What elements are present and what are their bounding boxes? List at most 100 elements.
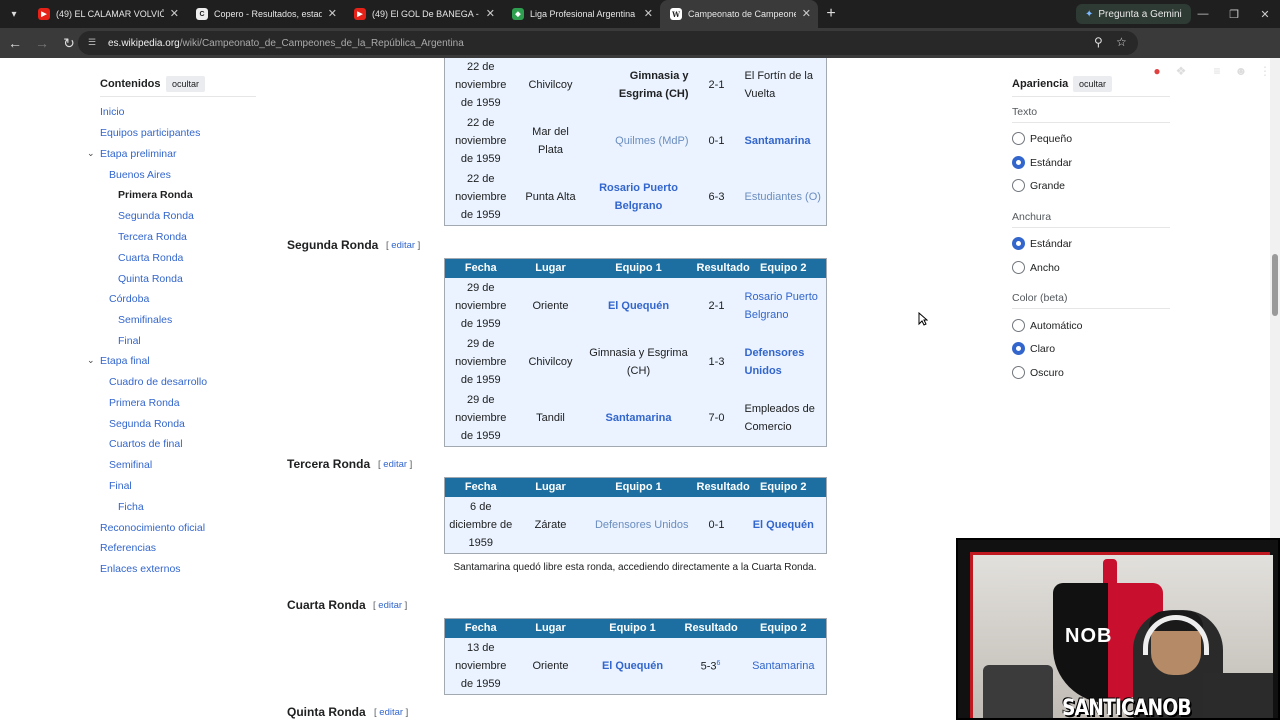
radio-color-light[interactable]: Claro bbox=[1012, 342, 1055, 355]
edit-link[interactable]: editar bbox=[391, 240, 415, 251]
radio-text-standard[interactable]: Estándar bbox=[1012, 156, 1072, 169]
edit-link[interactable]: editar bbox=[383, 459, 407, 470]
gemini-button[interactable]: ✦ Pregunta a Gemini bbox=[1076, 4, 1191, 24]
radio-label: Estándar bbox=[1030, 156, 1073, 169]
equipo1-link[interactable]: Quilmes (MdP) bbox=[585, 113, 693, 169]
radio-circle[interactable] bbox=[1012, 156, 1025, 169]
edit-link-segunda[interactable]: [ editar ] bbox=[386, 240, 420, 251]
toc-item-etapa-final[interactable]: Etapa final bbox=[100, 355, 150, 367]
scrollbar-thumb[interactable] bbox=[1272, 254, 1278, 316]
browser-tab-4[interactable]: ◆ Liga Profesional Argentina - Hi: ✕ bbox=[502, 0, 660, 28]
toc-item-final-segunda-ronda[interactable]: Segunda Ronda bbox=[109, 418, 185, 430]
toc-hide-button[interactable]: ocultar bbox=[166, 76, 206, 92]
equipo1-link[interactable]: El Quequén bbox=[585, 638, 681, 695]
col-equipo2: Equipo 2 bbox=[740, 258, 827, 278]
radio-text-small[interactable]: Pequeño bbox=[1012, 132, 1072, 145]
equipo2-link[interactable]: El Quequén bbox=[741, 497, 827, 554]
toc-item-reconocimiento[interactable]: Reconocimiento oficial bbox=[100, 522, 205, 534]
toc-item-final[interactable]: Final bbox=[118, 335, 141, 347]
new-tab-icon[interactable]: + bbox=[818, 5, 844, 23]
back-icon[interactable]: ← bbox=[3, 31, 27, 55]
tab-search-chevron-icon[interactable]: ▾ bbox=[0, 0, 28, 28]
resultado-cell: 1-3 bbox=[708, 355, 725, 368]
toc-item-ficha[interactable]: Ficha bbox=[118, 501, 144, 513]
radio-width-wide[interactable]: Ancho bbox=[1012, 261, 1060, 274]
toc-item-enlaces[interactable]: Enlaces externos bbox=[100, 563, 181, 575]
toc-item-final-etapa[interactable]: Final bbox=[109, 480, 132, 492]
bookmark-star-icon[interactable]: ☆ bbox=[1116, 35, 1127, 49]
edit-link-cuarta[interactable]: [ editar ] bbox=[373, 600, 407, 611]
toc-item-cordoba[interactable]: Córdoba bbox=[109, 293, 149, 305]
segunda-ronda-table: Fecha Lugar Equipo 1 Resultado Equipo 2 … bbox=[444, 258, 827, 447]
toc-item-cuarta-ronda[interactable]: Cuarta Ronda bbox=[118, 252, 183, 264]
close-window-icon[interactable]: ✕ bbox=[1249, 0, 1280, 28]
radio-color-dark[interactable]: Oscuro bbox=[1012, 366, 1064, 379]
radio-circle[interactable] bbox=[1012, 237, 1025, 250]
equipo1-link[interactable]: Santamarina bbox=[585, 390, 693, 447]
radio-circle[interactable] bbox=[1012, 179, 1025, 192]
browser-tab-3[interactable]: ▶ (49) El GOL De BANEGA - En El ✕ bbox=[344, 0, 502, 28]
toc-item-etapa-preliminar[interactable]: Etapa preliminar bbox=[100, 148, 176, 160]
radio-circle[interactable] bbox=[1012, 132, 1025, 145]
appearance-hide-button[interactable]: ocultar bbox=[1073, 76, 1113, 92]
tab-title: Campeonato de Campeones de bbox=[688, 9, 796, 19]
toc-item-buenos-aires[interactable]: Buenos Aires bbox=[109, 169, 171, 181]
equipo1-link[interactable]: Rosario Puerto Belgrano bbox=[585, 169, 693, 226]
zoom-icon[interactable]: ⚲ bbox=[1094, 35, 1103, 49]
forward-icon[interactable]: → bbox=[30, 31, 54, 55]
radio-circle[interactable] bbox=[1012, 319, 1025, 332]
site-info-icon[interactable]: ☰ bbox=[88, 37, 100, 49]
browser-tab-2[interactable]: C Copero - Resultados, estadístic ✕ bbox=[186, 0, 344, 28]
browser-tab-1[interactable]: ▶ (49) EL CALAMAR VOLVIÓ A HA ✕ bbox=[28, 0, 186, 28]
minimize-icon[interactable]: — bbox=[1187, 0, 1219, 28]
toc-item-cuartos[interactable]: Cuartos de final bbox=[109, 438, 183, 450]
edit-link-tercera[interactable]: [ editar ] bbox=[378, 459, 412, 470]
equipo2-link[interactable]: Estudiantes (O) bbox=[741, 169, 827, 226]
close-icon[interactable]: ✕ bbox=[644, 7, 653, 20]
equipo2-link[interactable]: Santamarina bbox=[741, 113, 827, 169]
address-bar[interactable]: ☰ es.wikipedia.org/wiki/Campeonato_de_Ca… bbox=[78, 31, 1138, 55]
close-icon[interactable]: ✕ bbox=[328, 7, 337, 20]
equipo2-link[interactable]: Rosario Puerto Belgrano bbox=[741, 278, 827, 334]
close-icon[interactable]: ✕ bbox=[486, 7, 495, 20]
toc-item-referencias[interactable]: Referencias bbox=[100, 542, 156, 554]
radio-circle[interactable] bbox=[1012, 261, 1025, 274]
equipo1-link[interactable]: El Quequén bbox=[585, 278, 693, 334]
table-header: Fecha Lugar Equipo 1 Resultado Equipo 2 bbox=[444, 258, 827, 278]
resultado-cell: 7-0 bbox=[708, 411, 725, 424]
toc-item-equipos[interactable]: Equipos participantes bbox=[100, 127, 200, 139]
close-icon[interactable]: ✕ bbox=[802, 7, 811, 20]
equipo2-cell: Empleados de Comercio bbox=[744, 402, 815, 433]
toc-item-semifinales[interactable]: Semifinales bbox=[118, 314, 172, 326]
browser-tab-5[interactable]: W Campeonato de Campeones de ✕ bbox=[660, 0, 818, 28]
toc-item-quinta-ronda[interactable]: Quinta Ronda bbox=[118, 273, 183, 285]
toc-item-cuadro[interactable]: Cuadro de desarrollo bbox=[109, 376, 207, 388]
toc-item-tercera-ronda[interactable]: Tercera Ronda bbox=[118, 231, 187, 243]
chevron-down-icon[interactable]: ⌄ bbox=[87, 355, 95, 366]
radio-circle[interactable] bbox=[1012, 342, 1025, 355]
equipo2-link[interactable]: Defensores Unidos bbox=[741, 334, 827, 390]
edit-link[interactable]: editar bbox=[379, 707, 403, 718]
radio-width-standard[interactable]: Estándar bbox=[1012, 237, 1072, 250]
radio-text-large[interactable]: Grande bbox=[1012, 179, 1065, 192]
toc-item-final-primera-ronda[interactable]: Primera Ronda bbox=[109, 397, 180, 409]
radio-circle[interactable] bbox=[1012, 366, 1025, 379]
section-heading-cuarta: Cuarta Ronda bbox=[287, 598, 366, 612]
edit-link-quinta[interactable]: [ editar ] bbox=[374, 707, 408, 718]
chevron-down-icon[interactable]: ⌄ bbox=[87, 148, 95, 159]
footnote-ref[interactable]: 6 bbox=[717, 660, 721, 667]
restore-icon[interactable]: ❐ bbox=[1218, 0, 1250, 28]
toc-item-inicio[interactable]: Inicio bbox=[100, 106, 125, 118]
toc-divider bbox=[100, 96, 256, 97]
equipo2-link[interactable]: Santamarina bbox=[741, 638, 827, 695]
col-fecha: Fecha bbox=[444, 477, 517, 497]
radio-color-auto[interactable]: Automático bbox=[1012, 319, 1083, 332]
toc-item-semifinal[interactable]: Semifinal bbox=[109, 459, 152, 471]
toc-item-segunda-ronda[interactable]: Segunda Ronda bbox=[118, 210, 194, 222]
equipo1-link[interactable]: Defensores Unidos bbox=[585, 497, 693, 554]
toc-item-primera-ronda[interactable]: Primera Ronda bbox=[118, 189, 193, 201]
lugar-cell: Oriente bbox=[532, 659, 569, 672]
toolbar: ← → ↻ ☰ es.wikipedia.org/wiki/Campeonato… bbox=[0, 28, 1280, 78]
close-icon[interactable]: ✕ bbox=[170, 7, 179, 20]
edit-link[interactable]: editar bbox=[378, 600, 402, 611]
